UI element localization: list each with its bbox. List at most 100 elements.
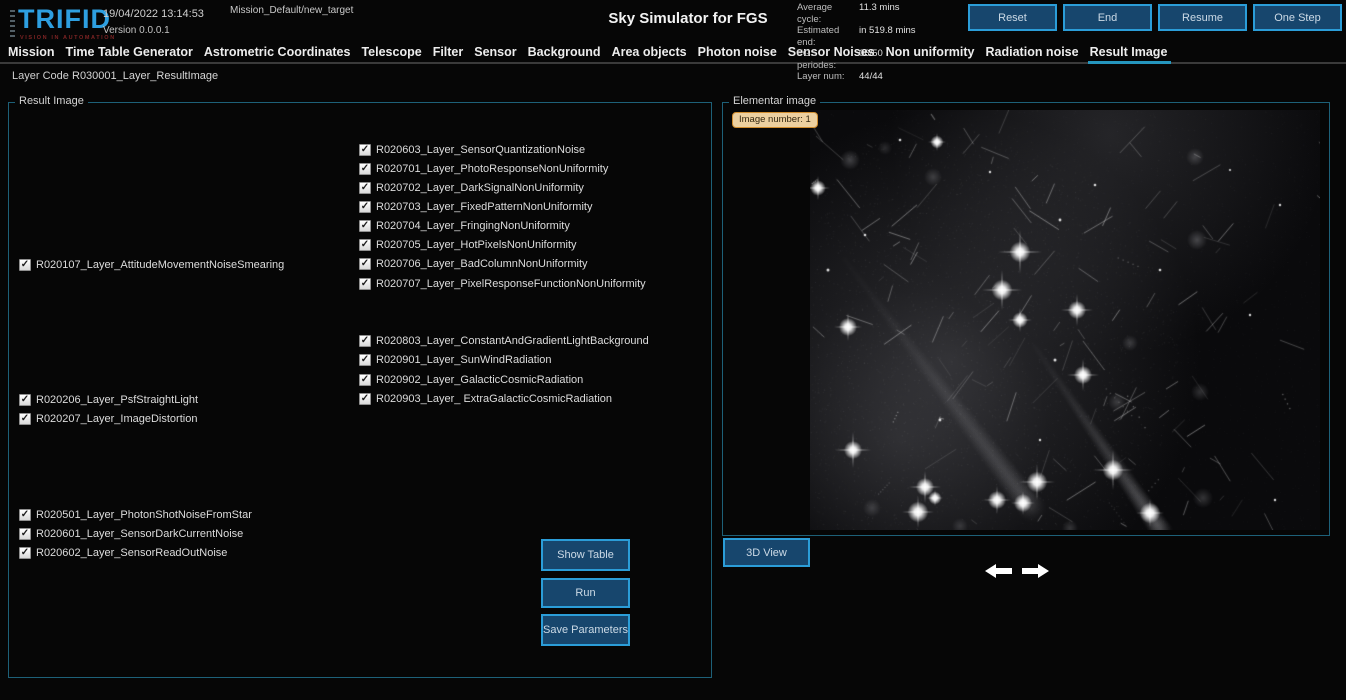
checkbox-label: R020603_Layer_SensorQuantizationNoise [376,144,585,156]
layer-code-label: Layer Code [12,70,69,82]
checkbox-label: R020206_Layer_PsfStraightLight [36,394,198,406]
checkbox-r020206-layer-psfstraightlight[interactable]: ✓ [19,394,31,406]
layer-option: ✓ R020107_Layer_AttitudeMovementNoiseSmea… [19,259,284,271]
app-root: TRIFID VISION IN AUTOMATION 19/04/2022 1… [0,0,1346,700]
result-image-panel: Result Image ✓R020107_Layer_AttitudeMove… [8,102,712,678]
menu-item-radiation-noise[interactable]: Radiation noise [986,45,1079,59]
trifid-logo-subtitle: VISION IN AUTOMATION [20,35,116,41]
end-button[interactable]: End [1063,4,1152,31]
arrow-left-icon[interactable] [983,561,1013,581]
checkbox-label: R020803_Layer_ConstantAndGradientLightBa… [376,335,649,347]
layer-option: ✓ R020207_Layer_ImageDistortion [19,413,197,425]
layer-option: ✓ R020701_Layer_PhotoResponseNonUniformit… [359,163,608,175]
stat-label-layer-num: Layer num: [797,71,857,83]
timestamp: 19/04/2022 13:14:53 [103,8,204,20]
menu-bar: Mission Time Table Generator Astrometric C… [0,42,1346,62]
layer-option: ✓ R020702_Layer_DarkSignalNonUniformity [359,182,584,194]
checkbox-r020207-layer-imagedistortion[interactable]: ✓ [19,413,31,425]
checkbox-r020501-layer-photonshotnoisefromstar[interactable]: ✓ [19,509,31,521]
menu-item-area-objects[interactable]: Area objects [612,45,687,59]
layer-option: ✓R020902_Layer_GalacticCosmicRadiation [359,374,583,386]
menu-item-telescope[interactable]: Telescope [361,45,421,59]
checkbox-r020705-layer-hotpixelsnonuniformity[interactable]: ✓ [359,239,371,251]
checkbox-label: R020702_Layer_DarkSignalNonUniformity [376,182,584,194]
stat-value-average-cycle: 11.3 mins [859,2,916,25]
menu-item-sensor[interactable]: Sensor [474,45,516,59]
elementar-image-panel-title: Elementar image [729,95,820,107]
stat-value-layer-num: 44/44 [859,71,916,83]
checkbox-r020603-layer-sensorquantizationnoise[interactable]: ✓ [359,144,371,156]
layer-code-row: Layer Code R030001_Layer_ResultImage [12,70,69,82]
layer-option: ✓ R020706_Layer_BadColumnNonUniformity [359,258,588,270]
stat-label-estimated-end: Estimated end: [797,25,857,48]
menu-item-background[interactable]: Background [528,45,601,59]
layer-option: ✓ R020601_Layer_SensorDarkCurrentNoise [19,528,243,540]
checkbox-label: R020501_Layer_PhotonShotNoiseFromStar [36,509,252,521]
layer-option: ✓ R020603_Layer_SensorQuantizationNoise [359,144,585,156]
stat-label-average-cycle: Average cycle: [797,2,857,25]
stat-label-fgs-periodes: FGS periodes: [797,48,857,71]
menu-item-result-image[interactable]: Result Image [1090,45,1168,59]
checkbox-label: R020705_Layer_HotPixelsNonUniformity [376,239,577,251]
menu-item-time-table-generator[interactable]: Time Table Generator [66,45,193,59]
3d-view-button[interactable]: 3D View [723,538,810,567]
checkbox-label: R020706_Layer_BadColumnNonUniformity [376,258,588,270]
layer-option: ✓ R020803_Layer_ConstantAndGradientLightB… [359,335,649,347]
layer-option: ✓ R020501_Layer_PhotonShotNoiseFromStar [19,509,252,521]
layer-option: ✓ R020707_Layer_PixelResponseFunctionNonU… [359,278,646,290]
one-step-button[interactable]: One Step [1253,4,1342,31]
checkbox-label: R020703_Layer_FixedPatternNonUniformity [376,201,592,213]
checkbox-label: R020707_Layer_PixelResponseFunctionNonUn… [376,278,646,290]
layer-option: ✓ R020705_Layer_HotPixelsNonUniformity [359,239,577,251]
checkbox-r020601-layer-sensordarkcurrentnoise[interactable]: ✓ [19,528,31,540]
run-button[interactable]: Run [541,578,630,608]
elementar-image-panel: Elementar image Image number: 1 [722,102,1330,536]
menu-item-photon-noise[interactable]: Photon noise [698,45,777,59]
checkbox-r020702-layer-darksignalnonuniformity[interactable]: ✓ [359,182,371,194]
checkbox-r020701-layer-photoresponsenonuniformity[interactable]: ✓ [359,163,371,175]
active-tab-underline [1088,61,1171,64]
checkbox-r020707-layer-pixelresponsefunctionnonuniformity[interactable]: ✓ [359,278,371,290]
layer-option: ✓ R020704_Layer_FringingNonUniformity [359,220,570,232]
checkbox-label: R020704_Layer_FringingNonUniformity [376,220,570,232]
checkbox-r020803-layer-constantandgradientlightbackground[interactable]: ✓ [359,335,371,347]
checkbox-label: R020207_Layer_ImageDistortion [36,413,197,425]
resume-button[interactable]: Resume [1158,4,1247,31]
checkbox-r020902-layer-galacticcosmicradiation[interactable]: ✓ [359,374,371,386]
version-label: Version 0.0.0.1 [103,25,170,36]
checkbox-r020706-layer-badcolumnnonuniformity[interactable]: ✓ [359,258,371,270]
layer-code-value: R030001_Layer_ResultImage [72,70,218,82]
checkbox-r020704-layer-fringingnonuniformity[interactable]: ✓ [359,220,371,232]
checkbox-label: R020601_Layer_SensorDarkCurrentNoise [36,528,243,540]
stat-value-fgs-periodes: 06/50 [859,48,916,71]
menu-item-mission[interactable]: Mission [8,45,55,59]
checkbox-r020901-layer-sunwindradiation[interactable]: ✓ [359,354,371,366]
image-number-badge: Image number: 1 [732,112,818,128]
app-title: Sky Simulator for FGS [608,10,767,27]
layer-option: ✓ R020602_Layer_SensorReadOutNoise [19,547,227,559]
show-table-button[interactable]: Show Table [541,539,630,571]
mission-label: Mission_Default/new_target [230,5,353,16]
reset-button[interactable]: Reset [968,4,1057,31]
checkbox-label: R020903_Layer_ ExtraGalacticCosmicRadiat… [376,393,612,405]
layer-option: ✓ R020903_Layer_ ExtraGalacticCosmicRadia… [359,393,612,405]
checkbox-r020703-layer-fixedpatternnonuniformity[interactable]: ✓ [359,201,371,213]
layer-option: ✓ R020206_Layer_PsfStraightLight [19,394,198,406]
checkbox-r020602-layer-sensorreadoutnoise[interactable]: ✓ [19,547,31,559]
trifid-logo: TRIFID [18,4,111,35]
layer-option: ✓ R020703_Layer_FixedPatternNonUniformity [359,201,592,213]
logo-dots-decoration [10,10,15,38]
checkbox-label: R020602_Layer_SensorReadOutNoise [36,547,227,559]
menu-item-astrometric-coordinates[interactable]: Astrometric Coordinates [204,45,351,59]
stat-value-estimated-end: in 519.8 mins [859,25,916,48]
menu-item-filter[interactable]: Filter [433,45,464,59]
simulation-stats: Average cycle:11.3 minsEstimated end:in … [797,2,916,83]
checkbox-label: R020107_Layer_AttitudeMovementNoiseSmear… [36,259,284,271]
save-parameters-button[interactable]: Save Parameters [541,614,630,646]
simulation-control-buttons: ResetEndResumeOne Step [968,4,1342,31]
arrow-right-icon[interactable] [1021,561,1051,581]
checkbox-r020107-layer-attitudemovementnoisesmearing[interactable]: ✓ [19,259,31,271]
checkbox-r020903-layer-extragalacticcosmicradiation[interactable]: ✓ [359,393,371,405]
image-nav-arrows [983,561,1051,581]
checkbox-label: R020701_Layer_PhotoResponseNonUniformity [376,163,608,175]
